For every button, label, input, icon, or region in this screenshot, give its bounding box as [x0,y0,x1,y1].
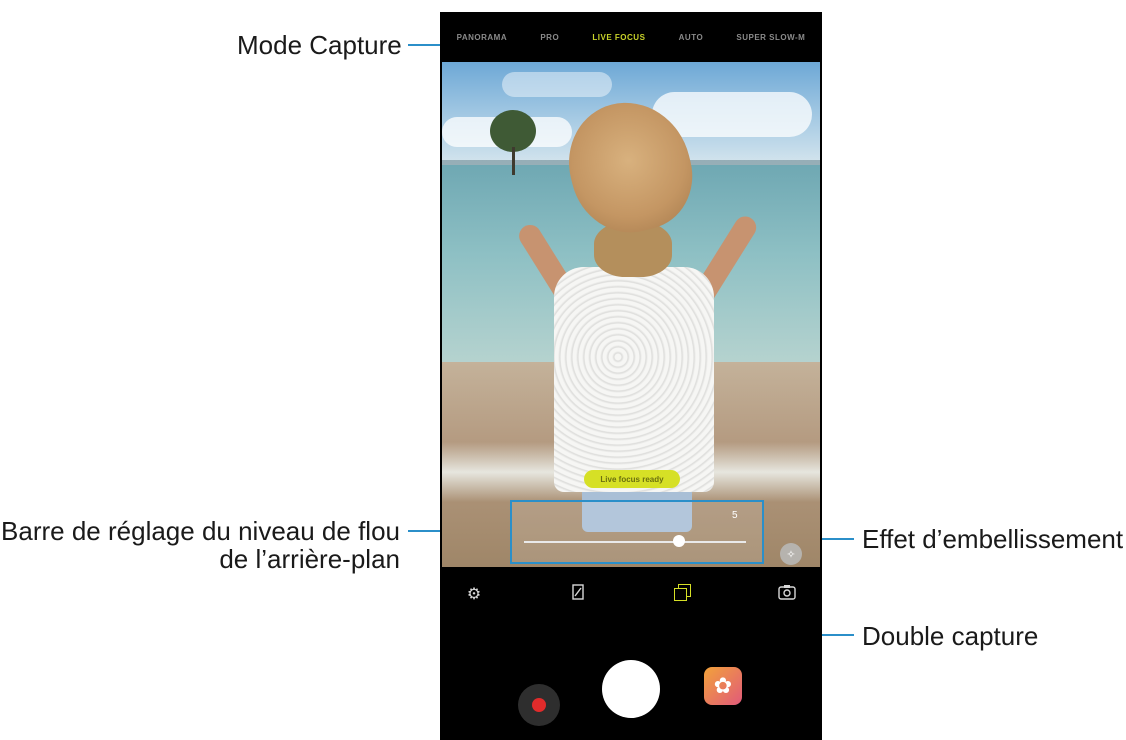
dual-capture-button[interactable] [674,584,691,601]
live-focus-status: Live focus ready [584,470,680,488]
blur-level-value: 5 [732,510,738,521]
mode-panorama[interactable]: PANORAMA [457,33,508,42]
callout-beauty-effect: Effet d’embellissement [862,524,1124,554]
blur-adjustment-bar[interactable]: 5 [510,500,764,564]
phone-screen: PANORAMA PRO LIVE FOCUS AUTO SUPER SLOW-… [440,12,822,740]
record-button[interactable] [518,684,560,726]
cloud [502,72,612,97]
gallery-button[interactable]: ✿ [704,667,742,705]
beauty-effect-button[interactable]: ✧ [780,543,802,565]
gallery-icon: ✿ [713,673,733,698]
mode-bar: PANORAMA PRO LIVE FOCUS AUTO SUPER SLOW-… [440,12,822,62]
callout-line-mode-capture [408,44,440,46]
mode-super-slow-mo[interactable]: SUPER SLOW-M [736,33,805,42]
aspect-ratio-button[interactable] [566,584,590,605]
mode-live-focus[interactable]: LIVE FOCUS [592,33,645,42]
subject-shirt [554,267,714,492]
tree-trunk [512,147,515,175]
switch-camera-icon [778,585,796,600]
callout-blur-bar-line2: de l’arrière-plan [219,544,400,574]
blur-slider-track[interactable] [524,541,746,543]
dual-capture-icon-front [674,588,687,601]
camera-controls-row: ⚙ [440,582,822,612]
mode-auto[interactable]: AUTO [679,33,704,42]
record-icon [532,698,546,712]
mode-pro[interactable]: PRO [540,33,559,42]
blur-slider-thumb[interactable] [673,535,686,547]
shutter-button[interactable] [602,660,660,718]
aspect-ratio-icon [572,584,584,600]
tree [490,110,536,152]
camera-viewfinder[interactable]: Live focus ready 5 ✧ [442,62,820,567]
callout-mode-capture: Mode Capture [237,30,402,60]
gear-icon: ⚙ [466,586,482,603]
switch-camera-button[interactable] [775,584,799,605]
callout-dual-capture: Double capture [862,621,1039,651]
sparkle-icon: ✧ [786,548,796,561]
settings-button[interactable]: ⚙ [462,584,486,604]
